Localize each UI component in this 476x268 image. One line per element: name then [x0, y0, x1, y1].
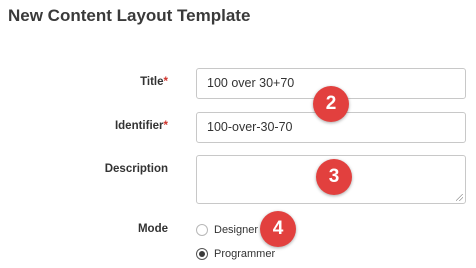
callout-badge: 3	[316, 159, 352, 195]
radio-programmer-label[interactable]: Programmer	[214, 248, 275, 260]
required-asterisk: *	[163, 76, 168, 88]
description-label: Description	[68, 163, 168, 175]
identifier-label-text: Identifier	[114, 120, 164, 132]
radio-designer[interactable]	[196, 224, 208, 236]
mode-label: Mode	[68, 223, 168, 235]
title-label: Title*	[68, 76, 168, 88]
mode-option-programmer[interactable]: Programmer	[196, 246, 275, 262]
radio-designer-label[interactable]: Designer	[214, 224, 258, 236]
mode-option-designer[interactable]: Designer	[196, 222, 258, 238]
title-label-text: Title	[140, 76, 164, 88]
callout-badge: 2	[313, 86, 349, 122]
resize-grip-icon[interactable]	[456, 194, 463, 201]
required-asterisk: *	[163, 120, 168, 132]
mode-label-text: Mode	[137, 223, 168, 235]
radio-programmer[interactable]	[196, 248, 208, 260]
identifier-label: Identifier*	[68, 120, 168, 132]
description-label-text: Description	[104, 163, 168, 175]
callout-badge: 4	[260, 211, 296, 247]
page-title: New Content Layout Template	[8, 6, 251, 25]
